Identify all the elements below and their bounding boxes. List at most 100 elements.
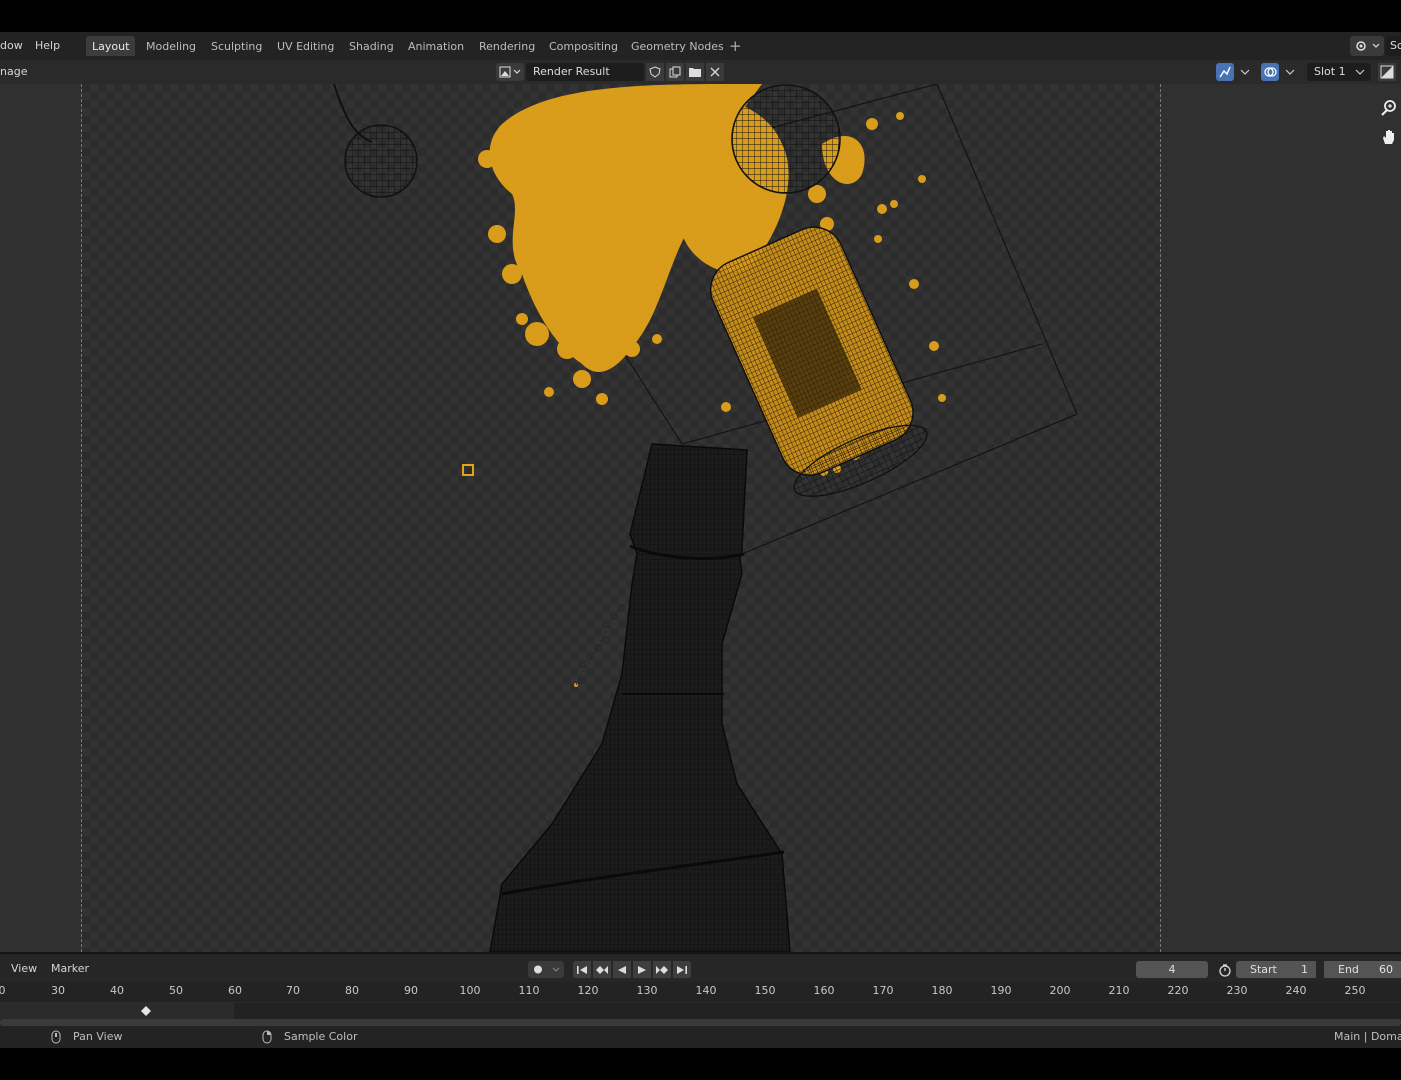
gizmo-dropdown[interactable] — [1236, 63, 1254, 81]
bottle-wireframe — [489, 443, 791, 952]
gizmo-toggle-button[interactable] — [1216, 63, 1234, 81]
ruler-tick: 90 — [404, 984, 418, 997]
tab-rendering[interactable]: Rendering — [473, 36, 541, 56]
cap-sphere-wireframe — [731, 84, 841, 194]
image-editor-header: nage Render Result Slot 1 — [0, 60, 1401, 85]
play-reverse-button[interactable] — [613, 961, 631, 978]
end-label: End — [1338, 963, 1359, 976]
shield-icon — [649, 66, 661, 78]
tab-geometry-nodes[interactable]: Geometry Nodes — [625, 36, 730, 56]
keyframe-diamond-icon[interactable] — [141, 1006, 151, 1016]
jump-prev-keyframe-button[interactable] — [593, 961, 611, 978]
preview-range-button[interactable] — [1215, 961, 1235, 978]
scene-selector-button[interactable] — [1350, 36, 1384, 56]
ruler-tick: 130 — [636, 984, 658, 997]
open-image-button[interactable] — [686, 63, 704, 81]
window-menu[interactable]: dow — [0, 32, 23, 60]
slot-selector[interactable]: Slot 1 — [1307, 63, 1371, 81]
image-icon — [499, 66, 521, 78]
timeline-marker-menu[interactable]: Marker — [51, 954, 89, 984]
play-reverse-icon — [618, 965, 626, 974]
ruler-tick: 140 — [695, 984, 717, 997]
help-menu[interactable]: Help — [35, 32, 60, 60]
keyframe-track[interactable] — [0, 1002, 1401, 1027]
tab-modeling[interactable]: Modeling — [140, 36, 202, 56]
end-frame-field[interactable]: End 60 — [1324, 961, 1401, 978]
end-value: 60 — [1379, 963, 1393, 976]
ruler-tick: 70 — [286, 984, 300, 997]
timeline-header: View Marker 4 Start 1 End 60 — [0, 952, 1401, 984]
top-bar: dow Help Layout Modeling Sculpting UV Ed… — [0, 32, 1401, 60]
start-frame-field[interactable]: Start 1 — [1236, 961, 1316, 978]
image-name-field[interactable]: Render Result — [526, 63, 644, 81]
status-left-hint: Pan View — [73, 1030, 123, 1043]
jump-end-button[interactable] — [673, 961, 691, 978]
status-bar: Pan View Sample Color Main | Domai — [0, 1026, 1401, 1048]
display-channels-button[interactable] — [1378, 63, 1396, 81]
play-icon — [638, 965, 646, 974]
ruler-tick: 30 — [51, 984, 65, 997]
empty-marker — [462, 464, 474, 476]
tab-compositing[interactable]: Compositing — [543, 36, 624, 56]
ruler-tick: 220 — [1167, 984, 1189, 997]
new-image-button[interactable] — [666, 63, 684, 81]
chevron-down-icon — [1285, 69, 1295, 75]
ruler-tick: 230 — [1226, 984, 1248, 997]
ruler-tick: 180 — [931, 984, 953, 997]
status-middle-hint: Sample Color — [284, 1030, 358, 1043]
gizmo-icon — [1219, 66, 1231, 78]
render-canvas[interactable] — [81, 84, 1161, 952]
mouse-middle-icon — [51, 1030, 61, 1044]
start-value: 1 — [1301, 963, 1308, 976]
ruler-tick: 80 — [345, 984, 359, 997]
ruler-tick: 170 — [872, 984, 894, 997]
overlay-icon — [1264, 67, 1277, 77]
auto-keying-button[interactable] — [528, 961, 564, 978]
image-viewport[interactable] — [0, 84, 1401, 952]
ruler-tick: 60 — [228, 984, 242, 997]
scene-name-field[interactable]: Sc — [1386, 36, 1401, 56]
scene-icon — [1356, 41, 1380, 51]
skip-start-icon — [577, 965, 587, 974]
stopwatch-icon — [1219, 963, 1231, 977]
tab-layout[interactable]: Layout — [86, 36, 136, 56]
ruler-tick: 160 — [813, 984, 835, 997]
overlay-toggle-button[interactable] — [1261, 63, 1279, 81]
chevron-down-icon — [1355, 69, 1365, 75]
status-right-info: Main | Domai — [1334, 1030, 1401, 1043]
prev-keyframe-icon — [596, 965, 608, 974]
render-result-image — [333, 84, 1078, 952]
current-frame-field[interactable]: 4 — [1136, 961, 1208, 978]
image-browse-button[interactable] — [496, 63, 524, 81]
ruler-tick: 250 — [1344, 984, 1366, 997]
tab-uv-editing[interactable]: UV Editing — [271, 36, 340, 56]
duplicate-icon — [669, 66, 681, 78]
overlay-dropdown[interactable] — [1281, 63, 1299, 81]
timeline-scrollbar[interactable] — [0, 1019, 1401, 1026]
folder-icon — [689, 68, 701, 77]
ruler-tick: 0 — [0, 984, 6, 997]
close-icon — [710, 67, 720, 77]
next-keyframe-icon — [656, 965, 668, 974]
zoom-icon[interactable] — [1377, 96, 1401, 120]
jump-start-button[interactable] — [573, 961, 591, 978]
tab-sculpting[interactable]: Sculpting — [205, 36, 268, 56]
fake-user-button[interactable] — [646, 63, 664, 81]
pan-hand-icon[interactable] — [1377, 125, 1401, 149]
ruler-tick: 240 — [1285, 984, 1307, 997]
image-menu[interactable]: nage — [0, 60, 27, 84]
timeline-view-menu[interactable]: View — [11, 954, 37, 984]
start-label: Start — [1250, 963, 1277, 976]
frame-ruler[interactable]: 0 30 40 50 60 70 80 90 100 110 120 130 1… — [0, 982, 1401, 1002]
tab-animation[interactable]: Animation — [402, 36, 470, 56]
ruler-tick: 40 — [110, 984, 124, 997]
cherry-wireframe — [344, 124, 418, 198]
jump-next-keyframe-button[interactable] — [653, 961, 671, 978]
tab-shading[interactable]: Shading — [343, 36, 400, 56]
chevron-down-icon — [1240, 69, 1250, 75]
record-icon — [534, 965, 560, 974]
play-button[interactable] — [633, 961, 651, 978]
plus-icon[interactable]: + — [729, 32, 742, 60]
unlink-image-button[interactable] — [706, 63, 724, 81]
skip-end-icon — [677, 965, 687, 974]
